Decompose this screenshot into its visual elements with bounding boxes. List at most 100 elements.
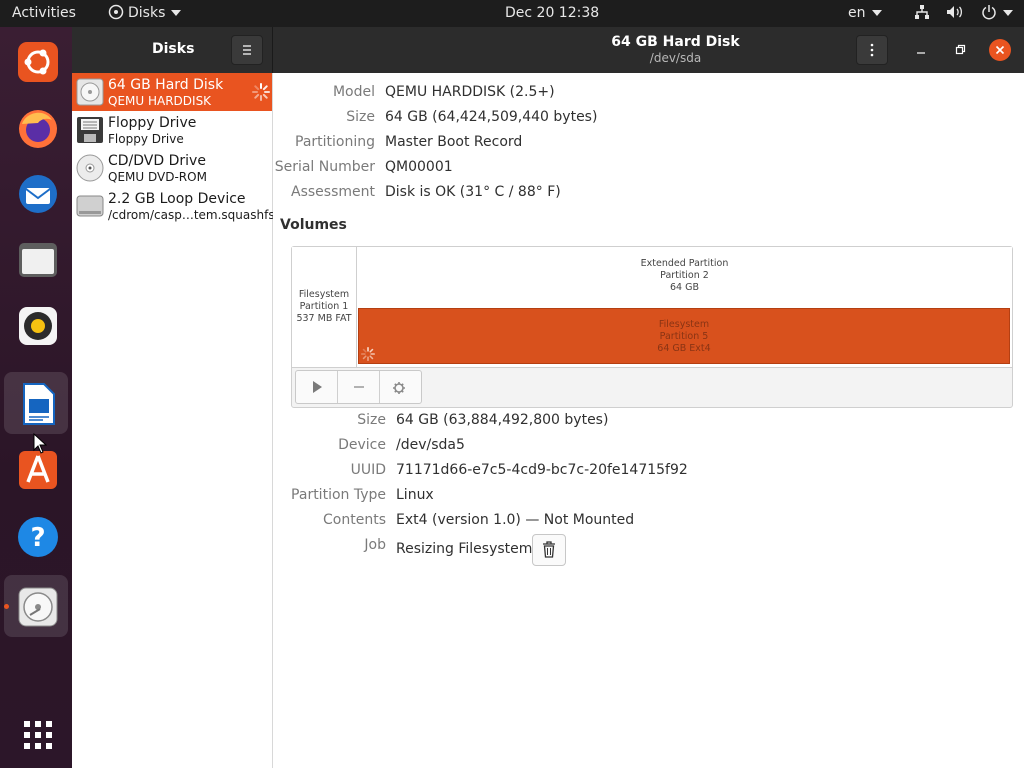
partition-5-line3: 64 GB Ext4 xyxy=(657,343,711,354)
app-menu[interactable]: Disks xyxy=(108,0,182,27)
contents-value: Ext4 (version 1.0) — Not Mounted xyxy=(396,512,635,528)
dock-disks[interactable] xyxy=(4,575,68,637)
partition-type-label: Partition Type xyxy=(291,487,386,503)
serial-label: Serial Number xyxy=(274,159,375,175)
contents-label: Contents xyxy=(323,512,386,528)
activities-button[interactable]: Activities xyxy=(12,0,76,27)
rhythmbox-icon xyxy=(19,307,57,345)
show-apps-icon xyxy=(24,721,52,749)
sidebar-header: Disks xyxy=(72,27,273,73)
mount-button[interactable] xyxy=(296,371,338,403)
spinner-icon xyxy=(361,347,375,361)
drive-item-cdrom[interactable]: CD/DVD Drive QEMU DVD-ROM xyxy=(72,149,272,187)
dock-ubuntu[interactable] xyxy=(4,30,68,92)
device-label: Device xyxy=(338,437,386,453)
dock-writer[interactable] xyxy=(4,372,68,434)
volume-icon xyxy=(947,6,963,18)
optical-disc-icon xyxy=(76,154,104,182)
play-icon xyxy=(313,381,322,393)
gears-icon xyxy=(393,382,405,394)
extended-partition-block[interactable]: Extended Partition Partition 2 64 GB xyxy=(357,247,1012,307)
disk-details: Model QEMU HARDDISK (2.5+) Size 64 GB (6… xyxy=(273,73,1024,768)
minimize-icon xyxy=(917,52,925,54)
app-menu-label: Disks xyxy=(128,5,166,21)
mouse-pointer-icon xyxy=(33,433,47,454)
disk-options-button[interactable] xyxy=(856,35,888,65)
partition-1-block[interactable]: Filesystem Partition 1 537 MB FAT xyxy=(292,247,357,367)
kebab-menu-icon xyxy=(870,43,874,57)
maximize-button[interactable] xyxy=(950,40,970,60)
drive-name: 64 GB Hard Disk xyxy=(108,77,224,93)
assessment-value: Disk is OK (31° C / 88° F) xyxy=(385,184,561,200)
power-icon xyxy=(982,5,996,20)
drive-subtitle: QEMU DVD-ROM xyxy=(108,170,207,184)
dock-thunderbird[interactable] xyxy=(4,162,68,224)
uuid-label: UUID xyxy=(350,462,386,478)
drive-name: Floppy Drive xyxy=(108,115,197,131)
running-indicator xyxy=(4,604,9,609)
clock[interactable]: Dec 20 12:38 xyxy=(505,0,599,27)
input-source-menu[interactable]: en xyxy=(848,0,882,27)
minus-icon xyxy=(354,386,364,388)
partition-1-line3: 537 MB FAT xyxy=(296,313,352,324)
dock-rhythmbox[interactable] xyxy=(4,294,68,356)
drive-name: 2.2 GB Loop Device xyxy=(108,191,246,207)
drive-item-floppy[interactable]: Floppy Drive Floppy Drive xyxy=(72,111,272,149)
drive-subtitle: /cdrom/casp…tem.squashfs xyxy=(108,208,275,222)
uuid-value: 71171d66-e7c5-4cd9-bc7c-20fe14715f92 xyxy=(396,462,688,478)
header-bar: 64 GB Hard Disk /dev/sda xyxy=(273,27,1024,73)
hard-disk-icon xyxy=(76,78,104,106)
job-label: Job xyxy=(364,537,386,553)
menu-button[interactable] xyxy=(231,35,263,65)
volume-map: Filesystem Partition 1 537 MB FAT Extend… xyxy=(292,247,1012,368)
minimize-button[interactable] xyxy=(911,40,931,60)
model-label: Model xyxy=(332,84,375,100)
drive-subtitle: QEMU HARDDISK xyxy=(108,94,212,108)
dock-help[interactable]: ? xyxy=(4,505,68,567)
cancel-job-button[interactable] xyxy=(532,534,566,566)
partitioning-value: Master Boot Record xyxy=(385,134,523,150)
volumes-heading: Volumes xyxy=(280,217,347,233)
drive-list: 64 GB Hard Disk QEMU HARDDISK Floppy Dri… xyxy=(72,73,275,768)
hamburger-icon xyxy=(243,45,251,55)
chevron-down-icon xyxy=(1002,10,1013,16)
extended-line3: 64 GB xyxy=(670,282,699,293)
device-value: /dev/sda5 xyxy=(396,437,465,453)
thunderbird-icon xyxy=(19,175,57,213)
partition-5-line1: Filesystem xyxy=(658,319,710,330)
partition-size-label: Size xyxy=(357,412,386,428)
network-icon xyxy=(915,5,929,19)
serial-value: QM00001 xyxy=(385,159,453,175)
writer-icon xyxy=(23,383,55,425)
system-menu[interactable] xyxy=(914,0,1013,27)
partition-5-block[interactable]: Filesystem Partition 5 64 GB Ext4 xyxy=(358,308,1010,364)
extended-line2: Partition 2 xyxy=(660,270,709,281)
drive-item-hard-disk[interactable]: 64 GB Hard Disk QEMU HARDDISK xyxy=(72,73,272,111)
dock-files[interactable] xyxy=(4,228,68,290)
disks-icon xyxy=(18,587,58,627)
dock-show-apps[interactable] xyxy=(4,703,68,765)
chevron-down-icon xyxy=(871,10,882,16)
help-icon: ? xyxy=(18,517,58,557)
assessment-label: Assessment xyxy=(291,184,375,200)
drive-name: CD/DVD Drive xyxy=(108,153,206,169)
drive-item-loop[interactable]: 2.2 GB Loop Device /cdrom/casp…tem.squas… xyxy=(72,187,275,225)
volume-toolbar xyxy=(295,370,422,404)
dock: ? xyxy=(0,27,72,768)
partition-size-value: 64 GB (63,884,492,800 bytes) xyxy=(396,412,609,428)
ubuntu-software-icon xyxy=(18,42,58,82)
dock-firefox[interactable] xyxy=(4,96,68,158)
delete-partition-button[interactable] xyxy=(338,371,380,403)
disks-app-icon xyxy=(108,4,124,20)
partition-settings-button[interactable] xyxy=(380,371,422,403)
extended-line1: Extended Partition xyxy=(640,258,729,269)
spinner-icon xyxy=(252,83,270,101)
model-value: QEMU HARDDISK (2.5+) xyxy=(385,84,555,100)
close-icon xyxy=(995,45,1005,55)
partition-type-value: Linux xyxy=(396,487,434,503)
files-icon xyxy=(19,243,57,277)
drive-subtitle: Floppy Drive xyxy=(108,132,184,146)
restore-icon xyxy=(955,44,966,55)
svg-text:?: ? xyxy=(30,523,45,553)
close-button[interactable] xyxy=(989,39,1011,61)
